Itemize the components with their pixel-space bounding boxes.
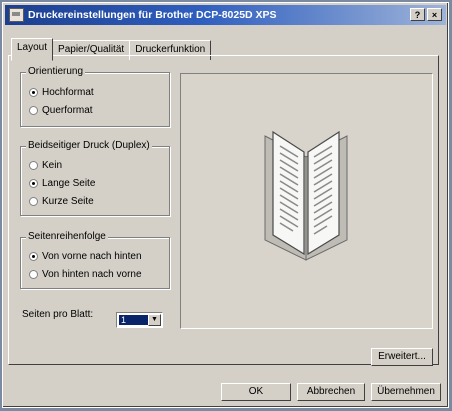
orientation-group: Orientierung Hochformat Querformat xyxy=(20,66,170,127)
open-book-icon xyxy=(264,130,348,261)
duplex-short-edge-option[interactable]: Kurze Seite xyxy=(29,196,94,207)
advanced-button[interactable]: Erweitert... xyxy=(371,348,433,366)
help-button[interactable]: ? xyxy=(410,8,425,21)
title-bar: Druckereinstellungen für Brother DCP-802… xyxy=(5,5,446,25)
landscape-radio[interactable] xyxy=(29,106,38,115)
front-to-back-radio[interactable] xyxy=(29,252,38,261)
portrait-radio[interactable] xyxy=(29,88,38,97)
duplex-none-radio[interactable] xyxy=(29,161,38,170)
ok-button[interactable]: OK xyxy=(221,383,291,401)
duplex-short-edge-label: Kurze Seite xyxy=(42,196,94,207)
duplex-none-option[interactable]: Kein xyxy=(29,160,62,171)
pages-per-sheet-select[interactable]: 1 ▼ xyxy=(116,312,163,328)
orientation-portrait-option[interactable]: Hochformat xyxy=(29,87,94,98)
duplex-long-edge-radio[interactable] xyxy=(29,179,38,188)
duplex-group: Beidseitiger Druck (Duplex) Kein Lange S… xyxy=(20,140,170,216)
front-to-back-label: Von vorne nach hinten xyxy=(42,251,142,262)
duplex-long-edge-label: Lange Seite xyxy=(42,178,96,189)
pages-per-sheet-label: Seiten pro Blatt: xyxy=(22,309,94,320)
cancel-button[interactable]: Abbrechen xyxy=(297,383,365,401)
orientation-group-title: Orientierung xyxy=(26,66,86,77)
back-to-front-label: Von hinten nach vorne xyxy=(42,269,142,280)
page-order-group-title: Seitenreihenfolge xyxy=(26,231,108,242)
landscape-label: Querformat xyxy=(42,105,93,116)
duplex-long-edge-option[interactable]: Lange Seite xyxy=(29,178,95,189)
back-to-front-option[interactable]: Von hinten nach vorne xyxy=(29,269,142,280)
printer-icon xyxy=(9,8,24,22)
back-to-front-radio[interactable] xyxy=(29,270,38,279)
portrait-label: Hochformat xyxy=(42,87,94,98)
duplex-group-title: Beidseitiger Druck (Duplex) xyxy=(26,140,152,151)
tab-layout[interactable]: Layout xyxy=(11,38,54,61)
layout-preview xyxy=(180,73,433,329)
close-button[interactable]: × xyxy=(427,8,442,21)
page-order-group: Seitenreihenfolge Von vorne nach hinten … xyxy=(20,231,170,289)
front-to-back-option[interactable]: Von vorne nach hinten xyxy=(29,251,142,262)
duplex-none-label: Kein xyxy=(42,160,63,171)
chevron-down-icon[interactable]: ▼ xyxy=(148,314,161,326)
duplex-short-edge-radio[interactable] xyxy=(29,197,38,206)
apply-button[interactable]: Übernehmen xyxy=(371,383,441,401)
pages-per-sheet-value: 1 xyxy=(119,315,148,325)
window-title: Druckereinstellungen für Brother DCP-802… xyxy=(28,9,277,21)
orientation-landscape-option[interactable]: Querformat xyxy=(29,105,93,116)
